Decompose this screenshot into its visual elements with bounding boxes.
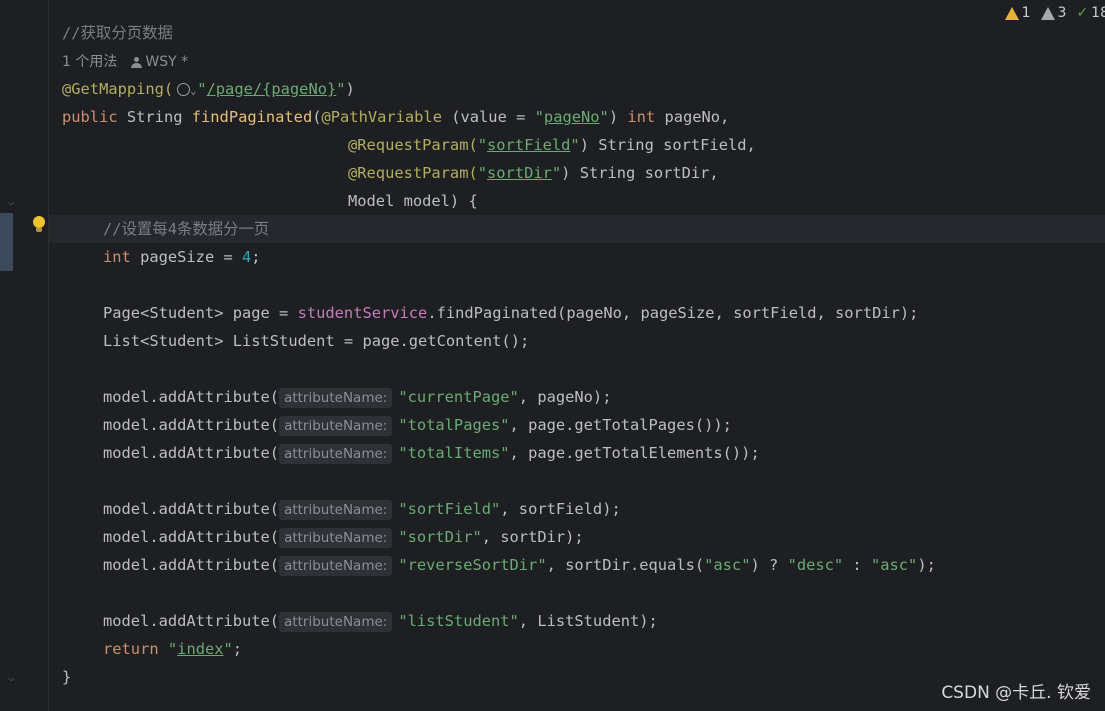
code-line-empty[interactable] xyxy=(62,271,936,299)
inspection-widget[interactable]: 1 3 ✓ 18 xyxy=(1004,5,1105,21)
code-line[interactable]: List<Student> ListStudent = page.getCont… xyxy=(62,327,936,355)
code-line[interactable]: //获取分页数据 xyxy=(62,19,936,47)
change-marker[interactable] xyxy=(0,213,13,271)
warning-count[interactable]: 1 xyxy=(1004,5,1031,21)
code-editor[interactable]: //获取分页数据 1 个用法 WSY * @GetMapping(⌄"/page/… xyxy=(62,19,936,691)
code-line[interactable]: model.addAttribute(attributeName: "sortDi… xyxy=(62,523,936,551)
intention-bulb-icon[interactable] xyxy=(33,216,45,232)
code-line[interactable]: @RequestParam("sortField") String sortFi… xyxy=(62,131,936,159)
parameter-hint: attributeName: xyxy=(279,444,393,464)
code-line[interactable]: model.addAttribute(attributeName: "totalP… xyxy=(62,411,936,439)
code-line[interactable]: Model model) { xyxy=(62,187,936,215)
typo-count[interactable]: ✓ 18 xyxy=(1076,5,1105,21)
check-icon: ✓ xyxy=(1076,5,1089,21)
code-vision-line: 1 个用法 WSY * xyxy=(62,47,936,75)
fold-marker-icon[interactable]: ⌵ xyxy=(8,196,18,208)
warning-icon xyxy=(1004,6,1019,20)
chevron-down-icon[interactable]: ⌄ xyxy=(190,86,196,97)
usages-link[interactable]: 1 个用法 xyxy=(62,54,117,70)
code-line[interactable]: int pageSize = 4; xyxy=(62,243,936,271)
code-line[interactable]: @RequestParam("sortDir") String sortDir, xyxy=(62,159,936,187)
parameter-hint: attributeName: xyxy=(279,612,393,632)
code-line[interactable]: model.addAttribute(attributeName: "revers… xyxy=(62,551,936,579)
code-line[interactable]: model.addAttribute(attributeName: "totalI… xyxy=(62,439,936,467)
code-line[interactable]: @GetMapping(⌄"/page/{pageNo}") xyxy=(62,75,936,103)
code-line[interactable]: model.addAttribute(attributeName: "curren… xyxy=(62,383,936,411)
weak-warning-count[interactable]: 3 xyxy=(1040,5,1066,21)
editor-gutter: ⌵ ⌵ xyxy=(0,0,49,711)
parameter-hint: attributeName: xyxy=(279,528,393,548)
template-link[interactable]: index xyxy=(177,640,223,658)
parameter-hint: attributeName: xyxy=(279,500,393,520)
code-line[interactable]: return "index"; xyxy=(62,635,936,663)
code-line[interactable]: public String findPaginated(@PathVariabl… xyxy=(62,103,936,131)
url-path-link[interactable]: /page/{pageNo} xyxy=(207,80,337,98)
code-line[interactable]: Page<Student> page = studentService.find… xyxy=(62,299,936,327)
code-line-empty[interactable] xyxy=(62,467,936,495)
author-name[interactable]: WSY * xyxy=(145,54,188,70)
fold-marker-icon[interactable]: ⌵ xyxy=(8,672,18,684)
code-line[interactable]: } xyxy=(62,663,936,691)
globe-icon[interactable] xyxy=(177,83,191,96)
parameter-hint: attributeName: xyxy=(279,556,393,576)
code-line[interactable]: //设置每4条数据分一页 xyxy=(62,215,936,243)
parameter-hint: attributeName: xyxy=(279,388,393,408)
weak-warning-icon xyxy=(1040,6,1055,20)
code-line-empty[interactable] xyxy=(62,579,936,607)
code-line[interactable]: model.addAttribute(attributeName: "sortFi… xyxy=(62,495,936,523)
watermark: CSDN @卡丘. 钦爱 xyxy=(941,683,1091,703)
code-line[interactable]: model.addAttribute(attributeName: "listSt… xyxy=(62,607,936,635)
code-line-empty[interactable] xyxy=(62,355,936,383)
author-icon xyxy=(131,56,143,68)
parameter-hint: attributeName: xyxy=(279,416,393,436)
